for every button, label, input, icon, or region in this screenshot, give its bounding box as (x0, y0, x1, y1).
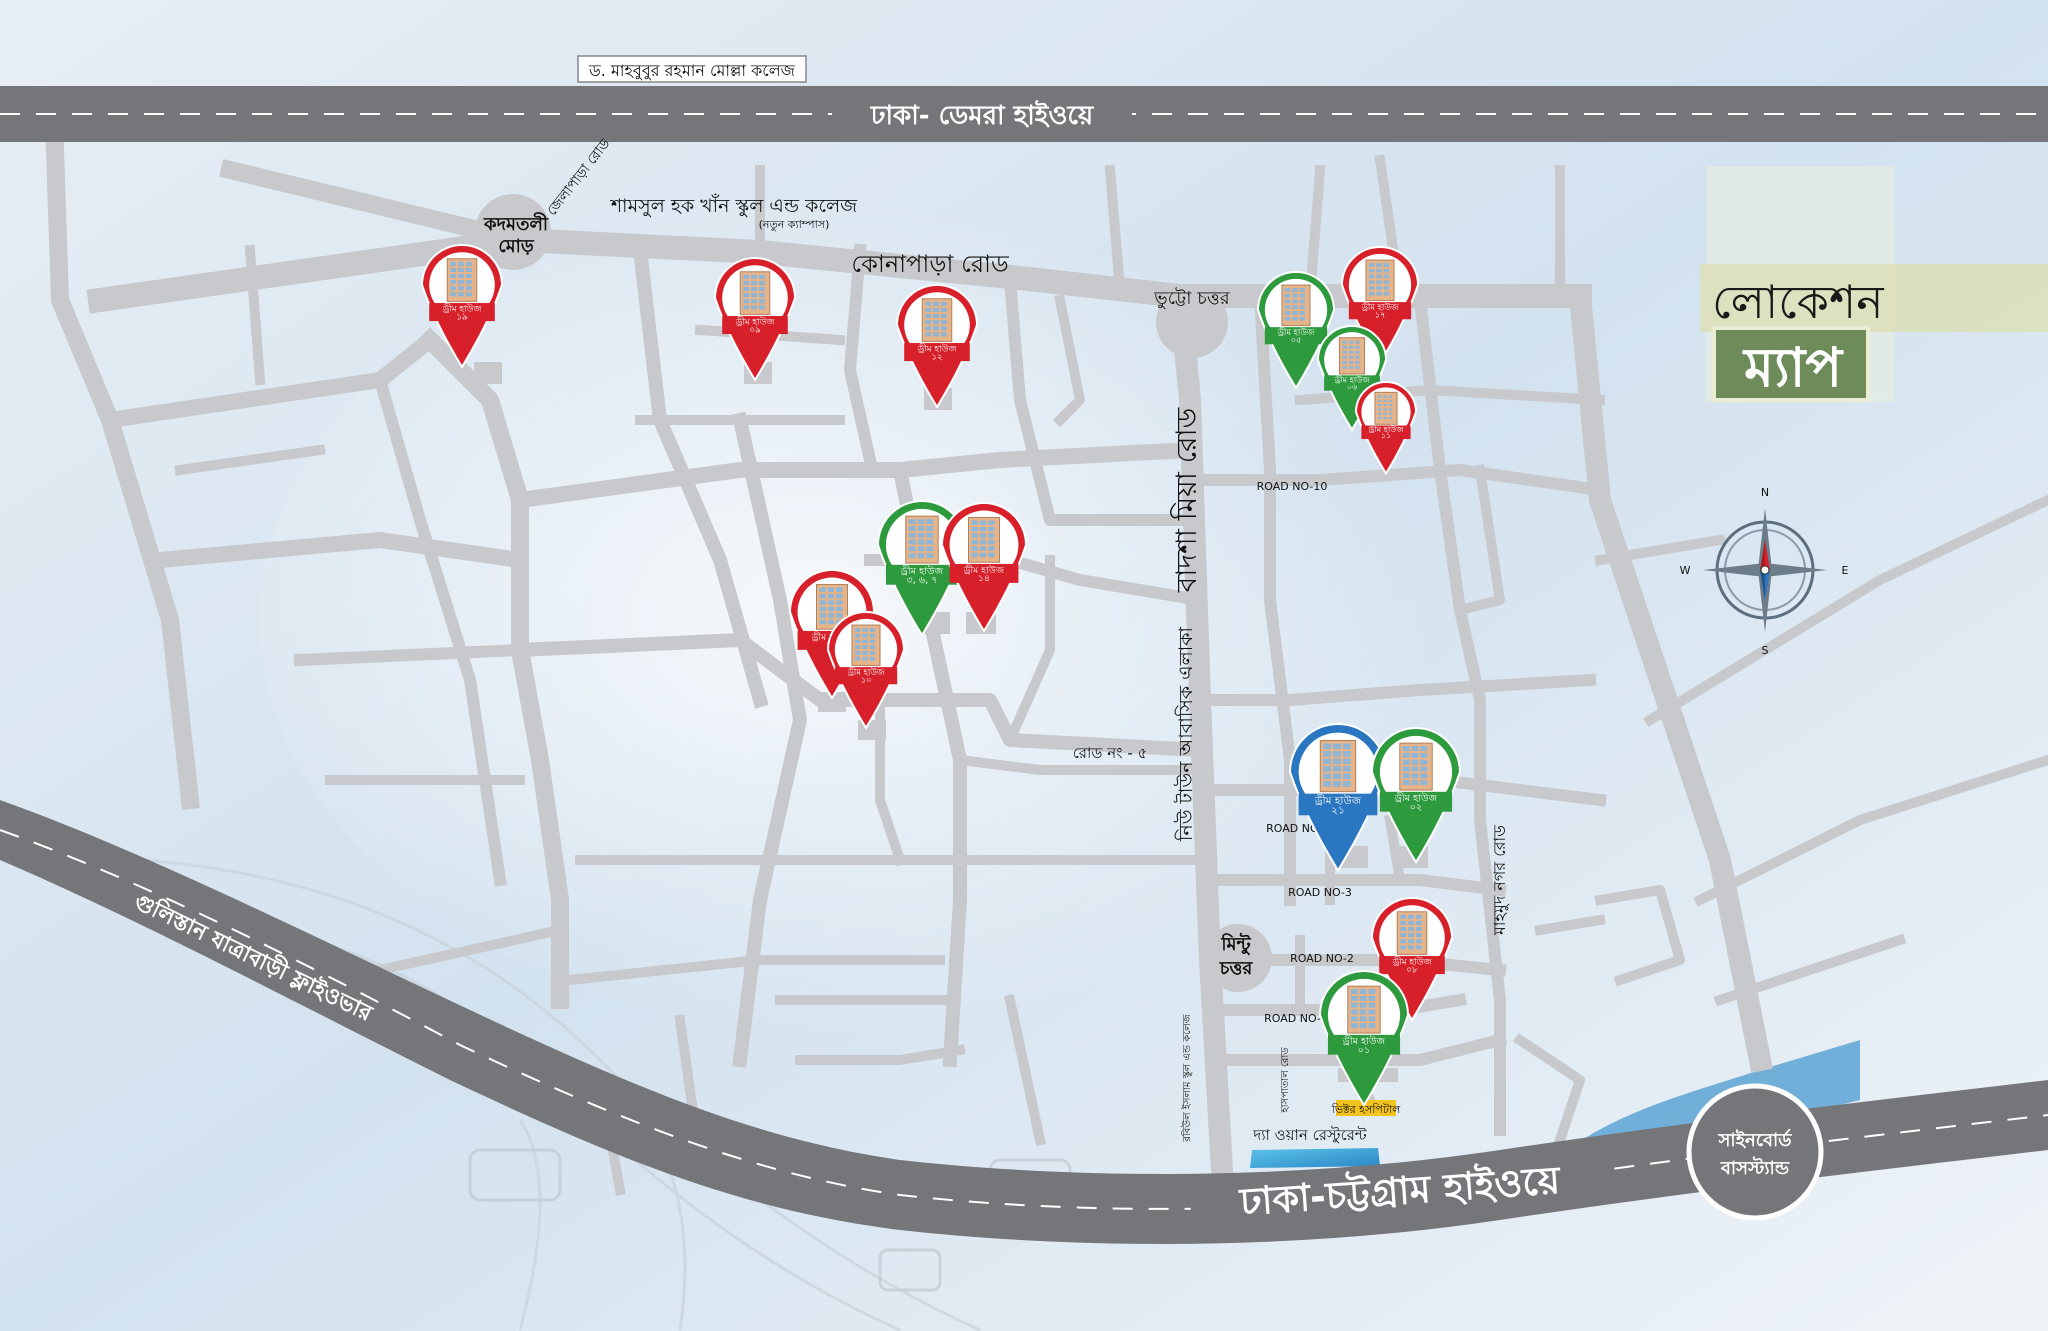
pin-number: ০৮ (1406, 965, 1418, 975)
kadamtali-label-line1: কদমতলী (483, 212, 549, 235)
road-no-2-label: ROAD NO-2 (1290, 952, 1354, 965)
mintu-chattar-label-line1: মিন্টু (1220, 932, 1251, 955)
shamsul-school-label: শামসুল হক খাঁন স্কুল এন্ড কলেজ (610, 194, 858, 217)
pin-number: ১৪ (978, 573, 990, 584)
dhaka-demra-label: ঢাকা- ডেমরা হাইওয়ে (870, 99, 1095, 131)
rabiul-school-label: রবিউল ইসলাম স্কুল এন্ড কলেজ (1180, 1013, 1193, 1142)
map-title-line2: ম্যাপ (1744, 336, 1842, 399)
road-no-10-label: ROAD NO-10 (1257, 480, 1328, 493)
road-no-3-label: ROAD NO-3 (1288, 886, 1352, 899)
building-icon (851, 624, 881, 667)
signboard-label-line2: বাসস্ট্যান্ড (1720, 1156, 1790, 1179)
pin-number: ৩, ৬, ৭ (906, 575, 937, 586)
shamsul-campus-label: (নতুন ক্যাম্পাস) (759, 218, 830, 231)
signboard-circle (1686, 1083, 1824, 1221)
hospital-tag: ভিক্টর হসপিটাল (1331, 1103, 1401, 1116)
pin-number: ১০ (861, 675, 872, 685)
building-icon (446, 258, 478, 302)
pin-number: ২১ (1331, 804, 1345, 816)
mintu-chattar-label-line2: চত্তর (1219, 958, 1254, 979)
the-one-restaurant-label: দ্যা ওয়ান রেস্টুরেন্ট (1252, 1126, 1367, 1144)
compass-s: S (1762, 644, 1769, 657)
building-icon (968, 516, 1000, 563)
bhutto-chattar-label: ভুট্টো চত্তর (1153, 287, 1231, 309)
building-icon (1374, 391, 1398, 425)
mahbubur-college-label: ড. মাহবুবুর রহমান মোল্লা কলেজ (588, 61, 796, 80)
building-icon (921, 298, 953, 342)
road-no-1-label: ROAD NO-1 (1264, 1012, 1328, 1025)
kadamtali-label-line2: মোড় (498, 236, 535, 257)
building-icon (1338, 337, 1366, 375)
building-icon (739, 271, 771, 315)
pin-number: ১৯ (456, 312, 468, 322)
pin-number: ১৭ (1375, 310, 1386, 320)
building-icon (1399, 742, 1433, 791)
pin-number: ১২ (931, 352, 943, 362)
pin-number: ০৬ (1347, 382, 1357, 391)
road-5-label: রোড নং - ৫ (1073, 744, 1148, 762)
compass-e: E (1842, 564, 1849, 577)
mahmud-nagar-road-label: মাহমুদ নগর রোড (1490, 825, 1509, 936)
building-icon (1365, 259, 1395, 302)
pin-number: ১১ (1381, 431, 1391, 440)
building-icon (1319, 740, 1357, 793)
pin-number: ০৯ (749, 325, 761, 335)
pin-number: ০১ (1358, 1045, 1371, 1056)
residential-area-label: নিউ টাউন আবাসিক এলাকা (1174, 626, 1197, 842)
pin-number: ০৫ (1291, 335, 1302, 345)
building-icon (1281, 284, 1311, 327)
compass-w: W (1680, 564, 1691, 577)
pin-number: ০২ (1410, 802, 1423, 813)
building-icon (1396, 911, 1428, 955)
konapara-road-label: কোনাপাড়া রোড (851, 250, 1009, 278)
building-icon (1347, 985, 1381, 1034)
compass-n: N (1761, 486, 1769, 499)
lake-strip (1250, 1148, 1380, 1168)
building-icon (905, 515, 939, 564)
hospital-road-label: হাসপাতাল রোড (1280, 1047, 1291, 1114)
signboard-label-line1: সাইনবোর্ড (1718, 1128, 1793, 1151)
badsha-mia-road-label: বাদশা মিয়া রোড (1170, 407, 1203, 593)
